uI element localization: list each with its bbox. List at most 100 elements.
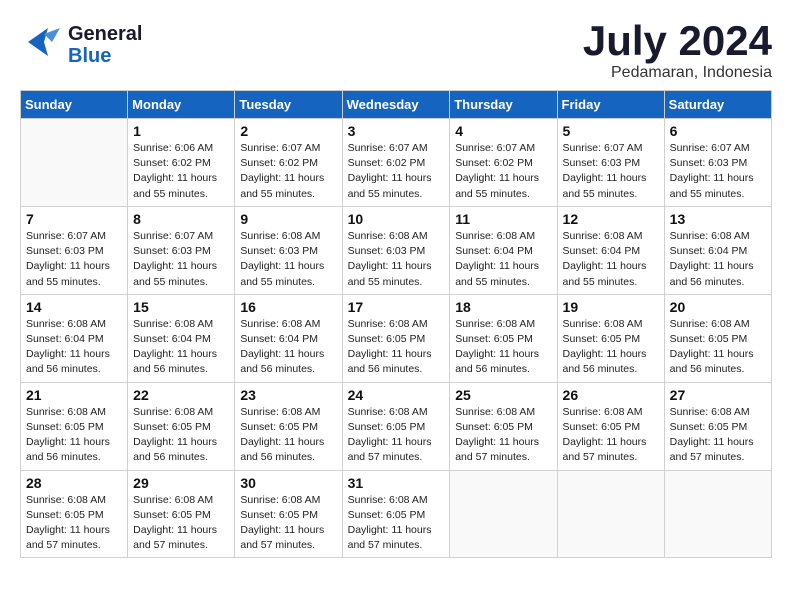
day-info: Sunrise: 6:08 AM Sunset: 6:05 PM Dayligh…	[670, 405, 766, 466]
day-info: Sunrise: 6:08 AM Sunset: 6:04 PM Dayligh…	[240, 317, 336, 378]
calendar-cell: 5 Sunrise: 6:07 AM Sunset: 6:03 PM Daylig…	[557, 119, 664, 207]
day-number: 11	[455, 211, 551, 227]
page-header: General Blue July 2024 Pedamaran, Indone…	[20, 20, 772, 82]
day-number: 23	[240, 387, 336, 403]
day-number: 6	[670, 123, 766, 139]
day-number: 2	[240, 123, 336, 139]
weekday-header-wednesday: Wednesday	[342, 91, 450, 119]
day-info: Sunrise: 6:08 AM Sunset: 6:05 PM Dayligh…	[455, 405, 551, 466]
day-info: Sunrise: 6:06 AM Sunset: 6:02 PM Dayligh…	[133, 141, 229, 202]
day-number: 10	[348, 211, 445, 227]
logo-icon	[20, 20, 64, 64]
day-info: Sunrise: 6:07 AM Sunset: 6:02 PM Dayligh…	[348, 141, 445, 202]
calendar-cell: 7 Sunrise: 6:07 AM Sunset: 6:03 PM Daylig…	[21, 206, 128, 294]
day-number: 18	[455, 299, 551, 315]
calendar-cell: 11 Sunrise: 6:08 AM Sunset: 6:04 PM Dayli…	[450, 206, 557, 294]
calendar-cell: 24Sunrise: 6:08 AM Sunset: 6:05 PM Dayli…	[342, 382, 450, 470]
weekday-header-friday: Friday	[557, 91, 664, 119]
day-info: Sunrise: 6:07 AM Sunset: 6:03 PM Dayligh…	[563, 141, 659, 202]
weekday-header-sunday: Sunday	[21, 91, 128, 119]
calendar-week-row: 7 Sunrise: 6:07 AM Sunset: 6:03 PM Daylig…	[21, 206, 772, 294]
day-number: 29	[133, 475, 229, 491]
calendar-cell: 19 Sunrise: 6:08 AM Sunset: 6:05 PM Dayli…	[557, 294, 664, 382]
month-year-title: July 2024	[583, 20, 772, 62]
calendar-cell	[450, 470, 557, 558]
calendar-cell: 15 Sunrise: 6:08 AM Sunset: 6:04 PM Dayli…	[128, 294, 235, 382]
calendar-week-row: 21Sunrise: 6:08 AM Sunset: 6:05 PM Dayli…	[21, 382, 772, 470]
weekday-header-saturday: Saturday	[664, 91, 771, 119]
calendar-week-row: 1 Sunrise: 6:06 AM Sunset: 6:02 PM Daylig…	[21, 119, 772, 207]
day-info: Sunrise: 6:08 AM Sunset: 6:04 PM Dayligh…	[26, 317, 122, 378]
weekday-header-monday: Monday	[128, 91, 235, 119]
day-number: 25	[455, 387, 551, 403]
day-info: Sunrise: 6:07 AM Sunset: 6:03 PM Dayligh…	[26, 229, 122, 290]
calendar-cell: 20 Sunrise: 6:08 AM Sunset: 6:05 PM Dayli…	[664, 294, 771, 382]
calendar-cell: 23 Sunrise: 6:08 AM Sunset: 6:05 PM Dayli…	[235, 382, 342, 470]
day-info: Sunrise: 6:08 AM Sunset: 6:04 PM Dayligh…	[455, 229, 551, 290]
day-number: 5	[563, 123, 659, 139]
day-info: Sunrise: 6:08 AM Sunset: 6:05 PM Dayligh…	[240, 493, 336, 554]
calendar-cell: 8 Sunrise: 6:07 AM Sunset: 6:03 PM Daylig…	[128, 206, 235, 294]
location-subtitle: Pedamaran, Indonesia	[583, 64, 772, 82]
calendar-cell: 13 Sunrise: 6:08 AM Sunset: 6:04 PM Dayli…	[664, 206, 771, 294]
day-info: Sunrise: 6:08 AM Sunset: 6:04 PM Dayligh…	[563, 229, 659, 290]
calendar-cell: 1 Sunrise: 6:06 AM Sunset: 6:02 PM Daylig…	[128, 119, 235, 207]
calendar-cell: 10 Sunrise: 6:08 AM Sunset: 6:03 PM Dayli…	[342, 206, 450, 294]
day-info: Sunrise: 6:08 AM Sunset: 6:05 PM Dayligh…	[26, 405, 122, 466]
calendar-cell: 16 Sunrise: 6:08 AM Sunset: 6:04 PM Dayli…	[235, 294, 342, 382]
day-info: Sunrise: 6:08 AM Sunset: 6:04 PM Dayligh…	[670, 229, 766, 290]
day-info: Sunrise: 6:08 AM Sunset: 6:04 PM Dayligh…	[133, 317, 229, 378]
day-info: Sunrise: 6:08 AM Sunset: 6:05 PM Dayligh…	[563, 317, 659, 378]
day-number: 22	[133, 387, 229, 403]
calendar-cell: 31Sunrise: 6:08 AM Sunset: 6:05 PM Dayli…	[342, 470, 450, 558]
day-info: Sunrise: 6:08 AM Sunset: 6:03 PM Dayligh…	[348, 229, 445, 290]
calendar-cell	[21, 119, 128, 207]
calendar-cell: 22 Sunrise: 6:08 AM Sunset: 6:05 PM Dayli…	[128, 382, 235, 470]
day-info: Sunrise: 6:07 AM Sunset: 6:02 PM Dayligh…	[240, 141, 336, 202]
day-number: 9	[240, 211, 336, 227]
day-number: 8	[133, 211, 229, 227]
calendar-cell: 28Sunrise: 6:08 AM Sunset: 6:05 PM Dayli…	[21, 470, 128, 558]
calendar-cell: 29 Sunrise: 6:08 AM Sunset: 6:05 PM Dayli…	[128, 470, 235, 558]
day-info: Sunrise: 6:08 AM Sunset: 6:05 PM Dayligh…	[133, 405, 229, 466]
calendar-cell	[664, 470, 771, 558]
calendar-week-row: 28Sunrise: 6:08 AM Sunset: 6:05 PM Dayli…	[21, 470, 772, 558]
day-number: 24	[348, 387, 445, 403]
day-info: Sunrise: 6:08 AM Sunset: 6:05 PM Dayligh…	[348, 317, 445, 378]
day-number: 27	[670, 387, 766, 403]
logo-line2: Blue	[68, 45, 142, 67]
day-number: 15	[133, 299, 229, 315]
day-info: Sunrise: 6:08 AM Sunset: 6:05 PM Dayligh…	[348, 493, 445, 554]
calendar-cell: 30Sunrise: 6:08 AM Sunset: 6:05 PM Dayli…	[235, 470, 342, 558]
day-number: 3	[348, 123, 445, 139]
day-number: 17	[348, 299, 445, 315]
calendar-cell: 9 Sunrise: 6:08 AM Sunset: 6:03 PM Daylig…	[235, 206, 342, 294]
day-info: Sunrise: 6:07 AM Sunset: 6:03 PM Dayligh…	[133, 229, 229, 290]
day-info: Sunrise: 6:08 AM Sunset: 6:05 PM Dayligh…	[670, 317, 766, 378]
day-number: 26	[563, 387, 659, 403]
weekday-header-tuesday: Tuesday	[235, 91, 342, 119]
calendar-cell: 14 Sunrise: 6:08 AM Sunset: 6:04 PM Dayli…	[21, 294, 128, 382]
calendar-cell: 18Sunrise: 6:08 AM Sunset: 6:05 PM Dayli…	[450, 294, 557, 382]
calendar-cell: 17 Sunrise: 6:08 AM Sunset: 6:05 PM Dayli…	[342, 294, 450, 382]
day-number: 1	[133, 123, 229, 139]
day-number: 14	[26, 299, 122, 315]
day-number: 20	[670, 299, 766, 315]
day-info: Sunrise: 6:07 AM Sunset: 6:03 PM Dayligh…	[670, 141, 766, 202]
title-section: July 2024 Pedamaran, Indonesia	[583, 20, 772, 82]
calendar-cell: 2 Sunrise: 6:07 AM Sunset: 6:02 PM Daylig…	[235, 119, 342, 207]
day-info: Sunrise: 6:07 AM Sunset: 6:02 PM Dayligh…	[455, 141, 551, 202]
day-info: Sunrise: 6:08 AM Sunset: 6:05 PM Dayligh…	[133, 493, 229, 554]
calendar-table: SundayMondayTuesdayWednesdayThursdayFrid…	[20, 90, 772, 558]
day-number: 13	[670, 211, 766, 227]
day-number: 7	[26, 211, 122, 227]
day-number: 19	[563, 299, 659, 315]
calendar-cell	[557, 470, 664, 558]
logo-line1: General	[68, 23, 142, 45]
day-info: Sunrise: 6:08 AM Sunset: 6:05 PM Dayligh…	[240, 405, 336, 466]
day-number: 16	[240, 299, 336, 315]
day-info: Sunrise: 6:08 AM Sunset: 6:05 PM Dayligh…	[26, 493, 122, 554]
day-info: Sunrise: 6:08 AM Sunset: 6:03 PM Dayligh…	[240, 229, 336, 290]
calendar-cell: 6 Sunrise: 6:07 AM Sunset: 6:03 PM Daylig…	[664, 119, 771, 207]
day-number: 4	[455, 123, 551, 139]
